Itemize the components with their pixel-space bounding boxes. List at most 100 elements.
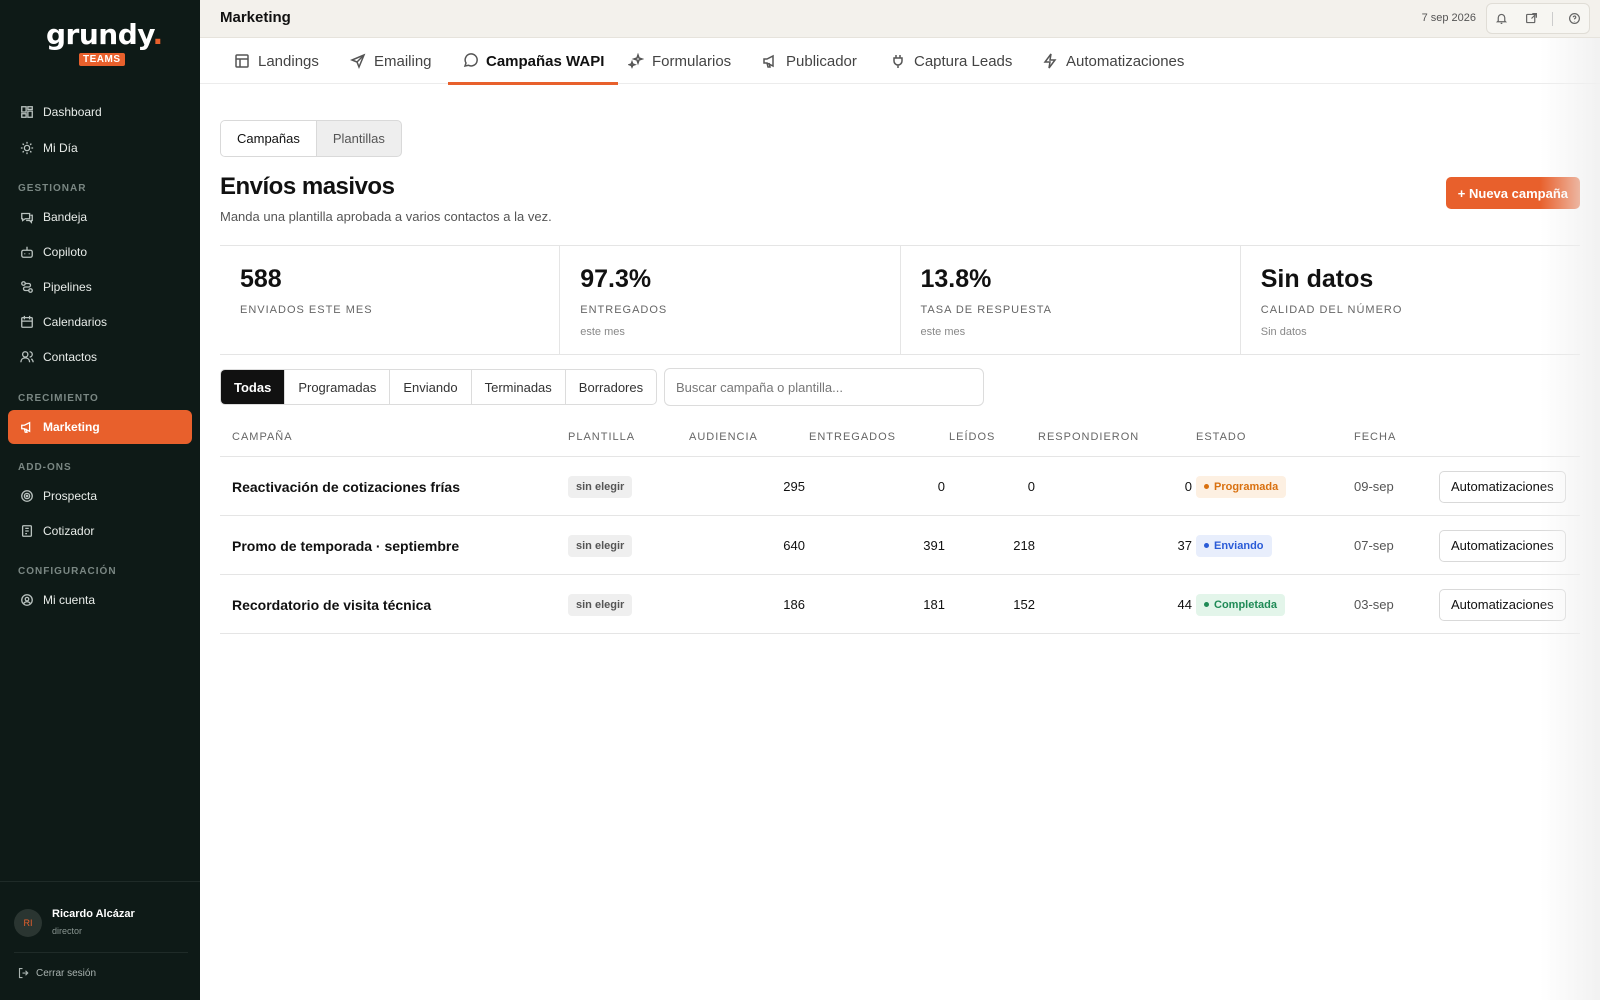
tab-publicador[interactable]: Publicador bbox=[762, 38, 857, 84]
brand-dot: . bbox=[152, 18, 163, 51]
sidebar-item-label: Prospecta bbox=[43, 489, 98, 503]
sidebar-item-dashboard[interactable]: Dashboard bbox=[8, 95, 192, 129]
delivered-value: 0 bbox=[937, 479, 945, 494]
contacts-icon bbox=[19, 349, 35, 365]
tab-captura-leads[interactable]: Captura Leads bbox=[890, 38, 1012, 84]
page-title: Marketing bbox=[220, 9, 291, 26]
target-icon bbox=[19, 488, 35, 504]
delivered-value: 391 bbox=[923, 538, 945, 553]
sidebar-item-label: Cotizador bbox=[43, 524, 95, 538]
chat-icon bbox=[463, 53, 478, 67]
stats-row: 588 ENVIADOS ESTE MES 97.3% ENTREGADOS e… bbox=[220, 245, 1580, 355]
sidebar-item-cotizador[interactable]: Cotizador bbox=[8, 514, 192, 548]
column-header-read: LEÍDOS bbox=[949, 431, 996, 443]
tab-automatizaciones[interactable]: Automatizaciones bbox=[1042, 38, 1184, 84]
logout-label: Cerrar sesión bbox=[36, 967, 97, 979]
layout-icon bbox=[235, 54, 249, 68]
tab-label: Captura Leads bbox=[914, 52, 1013, 70]
avatar[interactable]: RI bbox=[14, 909, 42, 937]
filter-enviando[interactable]: Enviando bbox=[390, 370, 472, 404]
module-tabs: Landings Emailing Campañas WAPI Formular… bbox=[200, 38, 1600, 85]
top-actions bbox=[1486, 3, 1590, 34]
stat-note: este mes bbox=[580, 326, 625, 338]
template-chip: sin elegir bbox=[568, 534, 633, 557]
stat-card: Sin datos CALIDAD DEL NÚMERO Sin datos bbox=[1241, 246, 1580, 354]
export-icon[interactable] bbox=[1523, 10, 1541, 28]
audience-value: 640 bbox=[783, 538, 805, 553]
section-label-gestionar: GESTIONAR bbox=[18, 183, 87, 194]
filter-programadas[interactable]: Programadas bbox=[285, 370, 391, 404]
stat-card: 97.3% ENTREGADOS este mes bbox=[560, 246, 901, 354]
document-icon bbox=[19, 523, 35, 539]
automations-button[interactable]: Automatizaciones bbox=[1439, 529, 1566, 562]
table-divider bbox=[220, 633, 1580, 634]
filter-borradores[interactable]: Borradores bbox=[566, 370, 656, 404]
megaphone-icon bbox=[763, 54, 774, 68]
sidebar-item-contactos[interactable]: Contactos bbox=[8, 340, 192, 374]
toggle-templates[interactable]: Plantillas bbox=[317, 121, 401, 156]
filter-terminadas[interactable]: Terminadas bbox=[472, 370, 566, 404]
automations-button[interactable]: Automatizaciones bbox=[1439, 470, 1566, 503]
current-date: 7 sep 2026 bbox=[1421, 12, 1476, 24]
table-row[interactable]: Reactivación de cotizaciones frías sin e… bbox=[220, 457, 1580, 516]
status-badge: Enviando bbox=[1196, 534, 1272, 557]
replied-value: 37 bbox=[1177, 538, 1192, 553]
search-input[interactable] bbox=[664, 368, 984, 406]
sidebar-divider bbox=[14, 952, 188, 953]
sidebar: grundy. TEAMS Dashboard Mi Día GESTIONAR… bbox=[0, 0, 200, 1000]
section-title: Envíos masivos bbox=[220, 173, 395, 200]
campaign-name[interactable]: Recordatorio de visita técnica bbox=[232, 575, 431, 634]
sidebar-item-label: Contactos bbox=[43, 350, 98, 364]
campaign-name[interactable]: Reactivación de cotizaciones frías bbox=[232, 457, 460, 516]
filter-todas[interactable]: Todas bbox=[221, 370, 286, 404]
sidebar-item-marketing[interactable]: Marketing bbox=[8, 410, 192, 444]
sidebar-item-calendarios[interactable]: Calendarios bbox=[8, 305, 192, 339]
sidebar-item-pipelines[interactable]: Pipelines bbox=[8, 270, 192, 304]
bell-icon[interactable] bbox=[1493, 10, 1511, 28]
stat-label: TASA DE RESPUESTA bbox=[920, 304, 1053, 316]
campaign-name[interactable]: Promo de temporada · septiembre bbox=[232, 516, 459, 575]
stat-value: 97.3% bbox=[580, 265, 652, 293]
megaphone-icon bbox=[19, 419, 35, 435]
sidebar-item-label: Mi Día bbox=[43, 141, 78, 155]
status-dot bbox=[1204, 543, 1209, 548]
help-icon[interactable] bbox=[1565, 10, 1583, 28]
column-header-date: FECHA bbox=[1354, 431, 1397, 443]
new-campaign-button[interactable]: + Nueva campaña bbox=[1445, 177, 1580, 209]
section-label-configuracion: CONFIGURACIÓN bbox=[18, 566, 117, 577]
sidebar-item-mi-dia[interactable]: Mi Día bbox=[8, 131, 192, 165]
sidebar-item-mi-cuenta[interactable]: Mi cuenta bbox=[8, 583, 192, 617]
tab-campanas-wapi[interactable]: Campañas WAPI bbox=[447, 38, 619, 85]
status-label: Completada bbox=[1214, 598, 1277, 611]
tab-label: Campañas WAPI bbox=[486, 52, 605, 70]
tab-emailing[interactable]: Emailing bbox=[350, 38, 432, 84]
toggle-campaigns[interactable]: Campañas bbox=[221, 121, 317, 156]
tab-label: Publicador bbox=[786, 52, 857, 70]
table-row[interactable]: Promo de temporada · septiembre sin eleg… bbox=[220, 516, 1580, 575]
user-name: Ricardo Alcázar bbox=[52, 908, 135, 920]
sidebar-item-label: Marketing bbox=[43, 420, 100, 434]
sidebar-item-copiloto[interactable]: Copiloto bbox=[8, 235, 192, 269]
read-value: 218 bbox=[1013, 538, 1035, 553]
stat-note: Sin datos bbox=[1260, 326, 1307, 338]
column-header-audience: AUDIENCIA bbox=[689, 431, 758, 443]
stat-label: CALIDAD DEL NÚMERO bbox=[1260, 304, 1403, 316]
table-row[interactable]: Recordatorio de visita técnica sin elegi… bbox=[220, 575, 1580, 634]
sidebar-item-prospecta[interactable]: Prospecta bbox=[8, 479, 192, 513]
tab-landings[interactable]: Landings bbox=[234, 38, 319, 84]
tab-label: Formularios bbox=[652, 52, 732, 70]
sun-icon bbox=[19, 140, 35, 156]
status-label: Programada bbox=[1214, 480, 1279, 493]
sparkles-icon bbox=[628, 53, 644, 69]
sidebar-item-label: Calendarios bbox=[43, 315, 108, 329]
status-badge: Programada bbox=[1196, 475, 1287, 498]
view-toggle: Campañas Plantillas bbox=[220, 120, 402, 157]
logout-button[interactable]: Cerrar sesión bbox=[18, 967, 96, 979]
stat-card: 588 ENVIADOS ESTE MES bbox=[220, 246, 561, 354]
automations-button[interactable]: Automatizaciones bbox=[1439, 588, 1566, 621]
brand-logo[interactable]: grundy. TEAMS bbox=[46, 20, 163, 70]
user-circle-icon bbox=[19, 592, 35, 608]
read-value: 0 bbox=[1027, 479, 1035, 494]
tab-formularios[interactable]: Formularios bbox=[628, 38, 731, 84]
sidebar-item-bandeja[interactable]: Bandeja bbox=[8, 200, 192, 234]
